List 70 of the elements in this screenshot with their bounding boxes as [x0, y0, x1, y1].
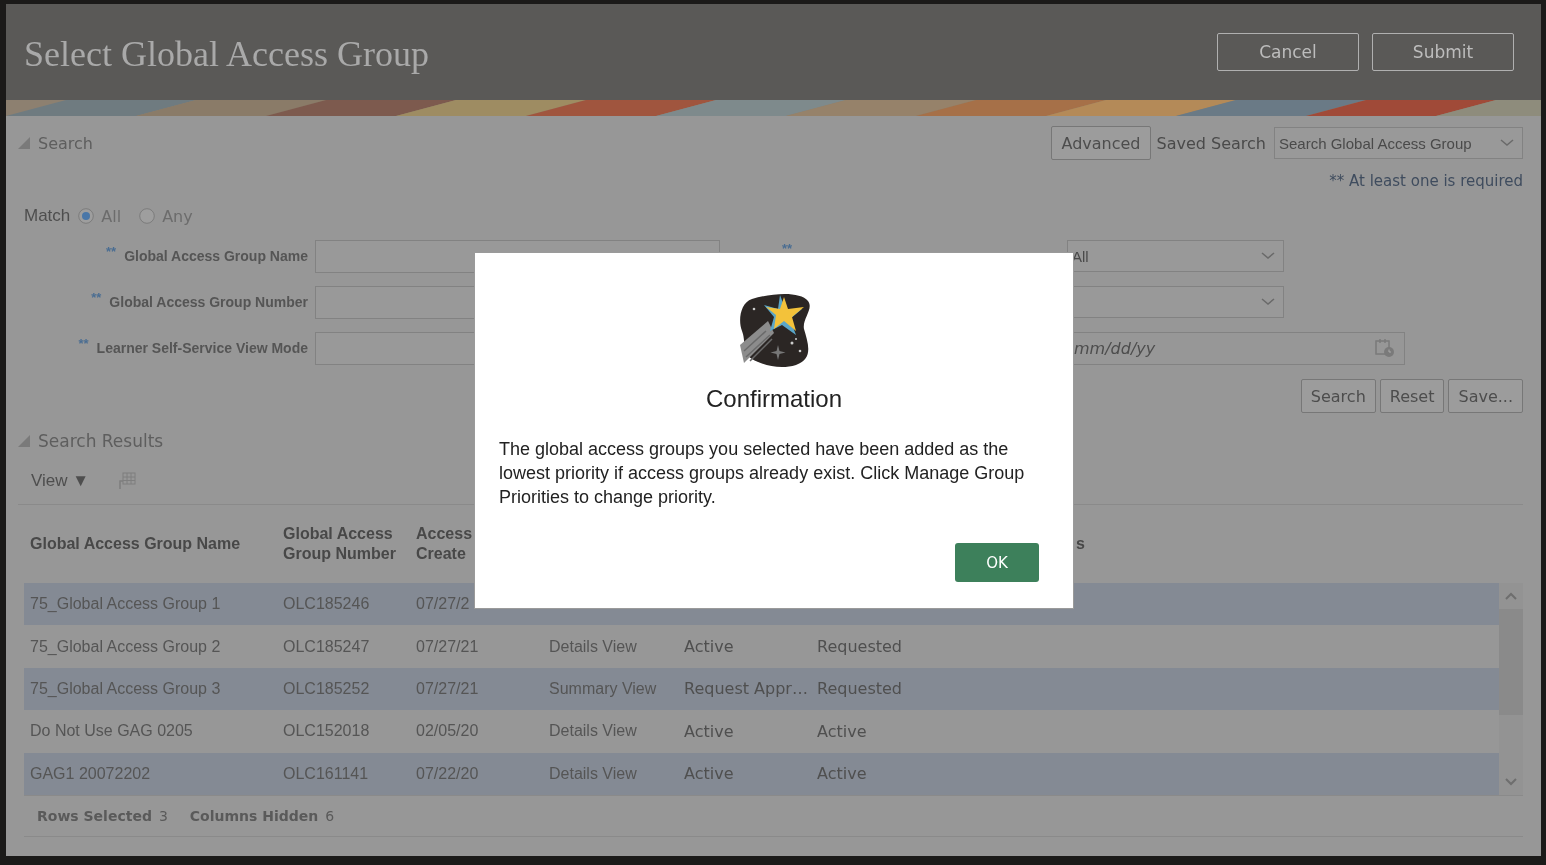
collapse-triangle-icon[interactable]	[18, 137, 30, 149]
required-note: ** At least one is required	[1328, 172, 1523, 192]
required-mark: **	[91, 290, 102, 305]
scrollbar[interactable]	[1499, 583, 1523, 795]
table-cell-text: Details View	[548, 764, 638, 783]
chevron-down-icon	[1500, 139, 1514, 147]
search-form-button[interactable]: Reset	[1379, 379, 1445, 413]
field-label: Global Access Group Name	[124, 248, 308, 264]
table-cell-text: 75_Global Access Group 2	[29, 637, 222, 656]
table-row[interactable]: 75_Global Access Group 3 OLC185252 07/27/21 Summary View Request Appr… Requested	[24, 667, 1499, 711]
table-cell-text: OLC161141	[282, 764, 370, 783]
table-cell-text: Active	[683, 637, 735, 657]
radio-icon	[78, 208, 95, 224]
dialog-heading: Confirmation	[705, 385, 843, 413]
saved-search-label: Saved Search	[1156, 133, 1266, 153]
table-cell-text: 07/22/20	[415, 764, 480, 783]
advanced-button[interactable]: Advanced	[1051, 126, 1151, 160]
view-menu[interactable]: View ▼	[31, 471, 90, 491]
header-button[interactable]: Submit	[1372, 33, 1514, 71]
required-mark: **	[78, 336, 89, 351]
calendar-icon[interactable]	[1374, 337, 1396, 359]
table-cell-text: Active	[683, 721, 735, 741]
chevron-down-icon	[1261, 252, 1275, 260]
search-form-button[interactable]: Save...	[1448, 379, 1523, 413]
table-cell-text: Summary View	[548, 679, 658, 698]
chevron-down-icon	[1261, 298, 1275, 306]
footer-label: Rows Selected	[37, 807, 152, 824]
table-cell-text: OLC152018	[282, 722, 371, 741]
table-cell-text: Details View	[548, 722, 638, 741]
radio-icon	[139, 208, 156, 224]
required-mark: **	[106, 244, 117, 259]
section-header: Search Results	[38, 431, 164, 451]
section-header: Search	[38, 133, 93, 153]
column-header[interactable]: Global Access Group Name	[24, 534, 277, 554]
column-header[interactable]: Global Access Group Number	[277, 524, 410, 564]
table-cell-text: OLC185246	[282, 595, 371, 614]
field-label: Global Access Group Number	[109, 294, 308, 310]
collapse-triangle-icon[interactable]	[18, 435, 30, 447]
required-mark: **	[782, 241, 793, 256]
saved-search-select[interactable]: Search Global Access Group	[1274, 127, 1523, 159]
table-cell-text: OLC185252	[282, 679, 371, 698]
header-button[interactable]: Cancel	[1217, 33, 1359, 71]
table-cell-text: 07/27/21	[415, 679, 480, 698]
detach-table-icon[interactable]	[117, 471, 138, 491]
table-cell-text: 02/05/20	[415, 722, 480, 741]
table-cell-text: Active	[683, 764, 735, 784]
table-cell-text: 75_Global Access Group 3	[29, 679, 222, 698]
match-label: Match	[24, 206, 71, 226]
table-cell-text: Details View	[548, 637, 638, 656]
table-cell-text: GAG1 20072202	[29, 764, 152, 783]
field-label: Learner Self-Service View Mode	[96, 340, 308, 356]
dialog-title: Select Global Access Group	[24, 33, 430, 75]
footer-value: 3	[158, 807, 168, 824]
footer-value: 6	[325, 807, 335, 824]
table-cell-text: Requested	[816, 637, 903, 657]
ok-button[interactable]: OK	[955, 543, 1039, 582]
table-cell-text: 07/27/2	[415, 595, 471, 614]
table-cell-text: Do Not Use GAG 0205	[29, 722, 194, 741]
table-cell-text: Request Appr…	[683, 679, 809, 699]
table-cell-text: OLC185247	[282, 637, 371, 656]
table-cell-text: 75_Global Access Group 1	[29, 595, 222, 614]
table-row[interactable]: GAG1 20072202 OLC161141 07/22/20 Details View Active Active	[24, 752, 1499, 795]
table-cell-text: Requested	[816, 679, 903, 699]
column-header[interactable]: Access Create	[410, 524, 478, 564]
table-cell-text: Active	[816, 764, 868, 784]
table-cell-text: 07/27/21	[415, 637, 480, 656]
table-cell-text: Active	[816, 721, 868, 741]
search-form-button[interactable]: Search	[1300, 379, 1376, 413]
dialog-message: The global access groups you selected have been added as the lowest priority if access groups already exist. Click Manage Group Priorities to change priority.	[499, 438, 1026, 509]
footer-label: Columns Hidden	[189, 807, 319, 824]
